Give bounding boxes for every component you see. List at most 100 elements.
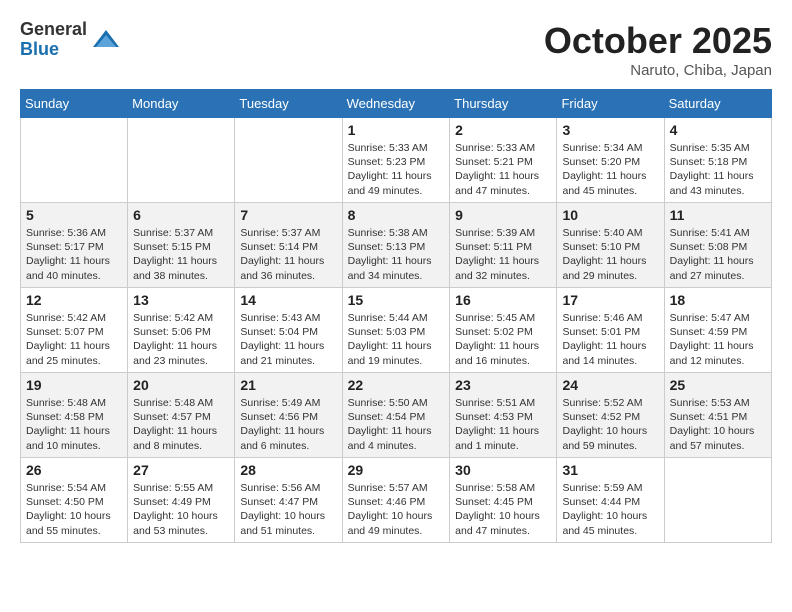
calendar-day-cell: 20Sunrise: 5:48 AM Sunset: 4:57 PM Dayli… xyxy=(128,373,235,458)
calendar-day-cell: 25Sunrise: 5:53 AM Sunset: 4:51 PM Dayli… xyxy=(664,373,771,458)
day-info: Sunrise: 5:53 AM Sunset: 4:51 PM Dayligh… xyxy=(670,396,766,453)
day-number: 15 xyxy=(348,292,445,308)
day-info: Sunrise: 5:42 AM Sunset: 5:06 PM Dayligh… xyxy=(133,311,229,368)
calendar-day-cell: 26 Sunrise: 5:54 AM Sunset: 4:50 PM Dayli… xyxy=(21,458,128,543)
day-info: Sunrise: 5:38 AM Sunset: 5:13 PM Dayligh… xyxy=(348,226,445,283)
day-info: Sunrise: 5:43 AM Sunset: 5:04 PM Dayligh… xyxy=(240,311,336,368)
day-number: 18 xyxy=(670,292,766,308)
calendar-day-cell: 7 Sunrise: 5:37 AM Sunset: 5:14 PM Daylig… xyxy=(235,203,342,288)
logo: General Blue xyxy=(20,20,121,60)
day-info: Sunrise: 5:47 AM Sunset: 4:59 PM Dayligh… xyxy=(670,311,766,368)
day-of-week-header: Thursday xyxy=(450,90,557,118)
day-of-week-header: Saturday xyxy=(664,90,771,118)
day-info: Sunrise: 5:46 AM Sunset: 5:01 PM Dayligh… xyxy=(562,311,658,368)
day-info: Sunrise: 5:48 AM Sunset: 4:58 PM Dayligh… xyxy=(26,396,122,453)
day-info: Sunrise: 5:54 AM Sunset: 4:50 PM Dayligh… xyxy=(26,481,122,538)
day-number: 5 xyxy=(26,207,122,223)
calendar-day-cell: 8 Sunrise: 5:38 AM Sunset: 5:13 PM Daylig… xyxy=(342,203,450,288)
day-of-week-header: Sunday xyxy=(21,90,128,118)
day-of-week-header: Monday xyxy=(128,90,235,118)
day-number: 26 xyxy=(26,462,122,478)
day-number: 19 xyxy=(26,377,122,393)
day-info: Sunrise: 5:40 AM Sunset: 5:10 PM Dayligh… xyxy=(562,226,658,283)
day-info: Sunrise: 5:59 AM Sunset: 4:44 PM Dayligh… xyxy=(562,481,658,538)
day-number: 4 xyxy=(670,122,766,138)
calendar-day-cell: 27 Sunrise: 5:55 AM Sunset: 4:49 PM Dayli… xyxy=(128,458,235,543)
day-info: Sunrise: 5:39 AM Sunset: 5:11 PM Dayligh… xyxy=(455,226,551,283)
calendar-day-cell: 24 Sunrise: 5:52 AM Sunset: 4:52 PM Dayli… xyxy=(557,373,664,458)
location: Naruto, Chiba, Japan xyxy=(544,62,772,79)
calendar-day-cell xyxy=(664,458,771,543)
calendar-header-row: SundayMondayTuesdayWednesdayThursdayFrid… xyxy=(21,90,772,118)
day-info: Sunrise: 5:55 AM Sunset: 4:49 PM Dayligh… xyxy=(133,481,229,538)
day-info: Sunrise: 5:33 AM Sunset: 5:23 PM Dayligh… xyxy=(348,141,445,198)
calendar-week-row: 26 Sunrise: 5:54 AM Sunset: 4:50 PM Dayli… xyxy=(21,458,772,543)
day-of-week-header: Tuesday xyxy=(235,90,342,118)
day-number: 17 xyxy=(562,292,658,308)
day-number: 27 xyxy=(133,462,229,478)
calendar-week-row: 12 Sunrise: 5:42 AM Sunset: 5:07 PM Dayli… xyxy=(21,288,772,373)
day-number: 13 xyxy=(133,292,229,308)
day-number: 28 xyxy=(240,462,336,478)
day-info: Sunrise: 5:48 AM Sunset: 4:57 PM Dayligh… xyxy=(133,396,229,453)
day-number: 8 xyxy=(348,207,445,223)
calendar-week-row: 5 Sunrise: 5:36 AM Sunset: 5:17 PM Daylig… xyxy=(21,203,772,288)
day-info: Sunrise: 5:58 AM Sunset: 4:45 PM Dayligh… xyxy=(455,481,551,538)
calendar-day-cell: 18 Sunrise: 5:47 AM Sunset: 4:59 PM Dayli… xyxy=(664,288,771,373)
day-number: 7 xyxy=(240,207,336,223)
day-number: 16 xyxy=(455,292,551,308)
day-number: 30 xyxy=(455,462,551,478)
calendar-day-cell: 5 Sunrise: 5:36 AM Sunset: 5:17 PM Daylig… xyxy=(21,203,128,288)
calendar-day-cell xyxy=(128,118,235,203)
calendar-day-cell: 16 Sunrise: 5:45 AM Sunset: 5:02 PM Dayli… xyxy=(450,288,557,373)
calendar-day-cell: 11Sunrise: 5:41 AM Sunset: 5:08 PM Dayli… xyxy=(664,203,771,288)
day-number: 14 xyxy=(240,292,336,308)
calendar-day-cell: 30 Sunrise: 5:58 AM Sunset: 4:45 PM Dayli… xyxy=(450,458,557,543)
day-info: Sunrise: 5:35 AM Sunset: 5:18 PM Dayligh… xyxy=(670,141,766,198)
day-number: 23 xyxy=(455,377,551,393)
day-number: 3 xyxy=(562,122,658,138)
day-info: Sunrise: 5:33 AM Sunset: 5:21 PM Dayligh… xyxy=(455,141,551,198)
calendar-day-cell xyxy=(235,118,342,203)
calendar-day-cell xyxy=(21,118,128,203)
day-info: Sunrise: 5:34 AM Sunset: 5:20 PM Dayligh… xyxy=(562,141,658,198)
day-of-week-header: Friday xyxy=(557,90,664,118)
day-number: 10 xyxy=(562,207,658,223)
day-info: Sunrise: 5:45 AM Sunset: 5:02 PM Dayligh… xyxy=(455,311,551,368)
day-number: 2 xyxy=(455,122,551,138)
day-info: Sunrise: 5:52 AM Sunset: 4:52 PM Dayligh… xyxy=(562,396,658,453)
day-number: 21 xyxy=(240,377,336,393)
calendar-day-cell: 17 Sunrise: 5:46 AM Sunset: 5:01 PM Dayli… xyxy=(557,288,664,373)
day-info: Sunrise: 5:36 AM Sunset: 5:17 PM Dayligh… xyxy=(26,226,122,283)
calendar-week-row: 1Sunrise: 5:33 AM Sunset: 5:23 PM Daylig… xyxy=(21,118,772,203)
day-info: Sunrise: 5:37 AM Sunset: 5:14 PM Dayligh… xyxy=(240,226,336,283)
month-title: October 2025 xyxy=(544,20,772,62)
calendar-week-row: 19 Sunrise: 5:48 AM Sunset: 4:58 PM Dayli… xyxy=(21,373,772,458)
calendar-day-cell: 4 Sunrise: 5:35 AM Sunset: 5:18 PM Daylig… xyxy=(664,118,771,203)
calendar-day-cell: 3 Sunrise: 5:34 AM Sunset: 5:20 PM Daylig… xyxy=(557,118,664,203)
calendar-day-cell: 13 Sunrise: 5:42 AM Sunset: 5:06 PM Dayli… xyxy=(128,288,235,373)
calendar-day-cell: 15 Sunrise: 5:44 AM Sunset: 5:03 PM Dayli… xyxy=(342,288,450,373)
calendar-day-cell: 9Sunrise: 5:39 AM Sunset: 5:11 PM Daylig… xyxy=(450,203,557,288)
day-number: 12 xyxy=(26,292,122,308)
logo-general: General xyxy=(20,20,87,40)
day-of-week-header: Wednesday xyxy=(342,90,450,118)
calendar-day-cell: 19 Sunrise: 5:48 AM Sunset: 4:58 PM Dayli… xyxy=(21,373,128,458)
day-info: Sunrise: 5:37 AM Sunset: 5:15 PM Dayligh… xyxy=(133,226,229,283)
calendar-day-cell: 14 Sunrise: 5:43 AM Sunset: 5:04 PM Dayli… xyxy=(235,288,342,373)
day-info: Sunrise: 5:42 AM Sunset: 5:07 PM Dayligh… xyxy=(26,311,122,368)
logo-blue: Blue xyxy=(20,40,87,60)
day-number: 24 xyxy=(562,377,658,393)
day-info: Sunrise: 5:50 AM Sunset: 4:54 PM Dayligh… xyxy=(348,396,445,453)
day-info: Sunrise: 5:44 AM Sunset: 5:03 PM Dayligh… xyxy=(348,311,445,368)
day-number: 22 xyxy=(348,377,445,393)
day-number: 31 xyxy=(562,462,658,478)
calendar-day-cell: 23Sunrise: 5:51 AM Sunset: 4:53 PM Dayli… xyxy=(450,373,557,458)
day-number: 29 xyxy=(348,462,445,478)
calendar-day-cell: 12 Sunrise: 5:42 AM Sunset: 5:07 PM Dayli… xyxy=(21,288,128,373)
calendar-day-cell: 22 Sunrise: 5:50 AM Sunset: 4:54 PM Dayli… xyxy=(342,373,450,458)
calendar-day-cell: 6Sunrise: 5:37 AM Sunset: 5:15 PM Daylig… xyxy=(128,203,235,288)
calendar-table: SundayMondayTuesdayWednesdayThursdayFrid… xyxy=(20,89,772,543)
calendar-day-cell: 28Sunrise: 5:56 AM Sunset: 4:47 PM Dayli… xyxy=(235,458,342,543)
page-header: General Blue October 2025 Naruto, Chiba,… xyxy=(20,20,772,79)
